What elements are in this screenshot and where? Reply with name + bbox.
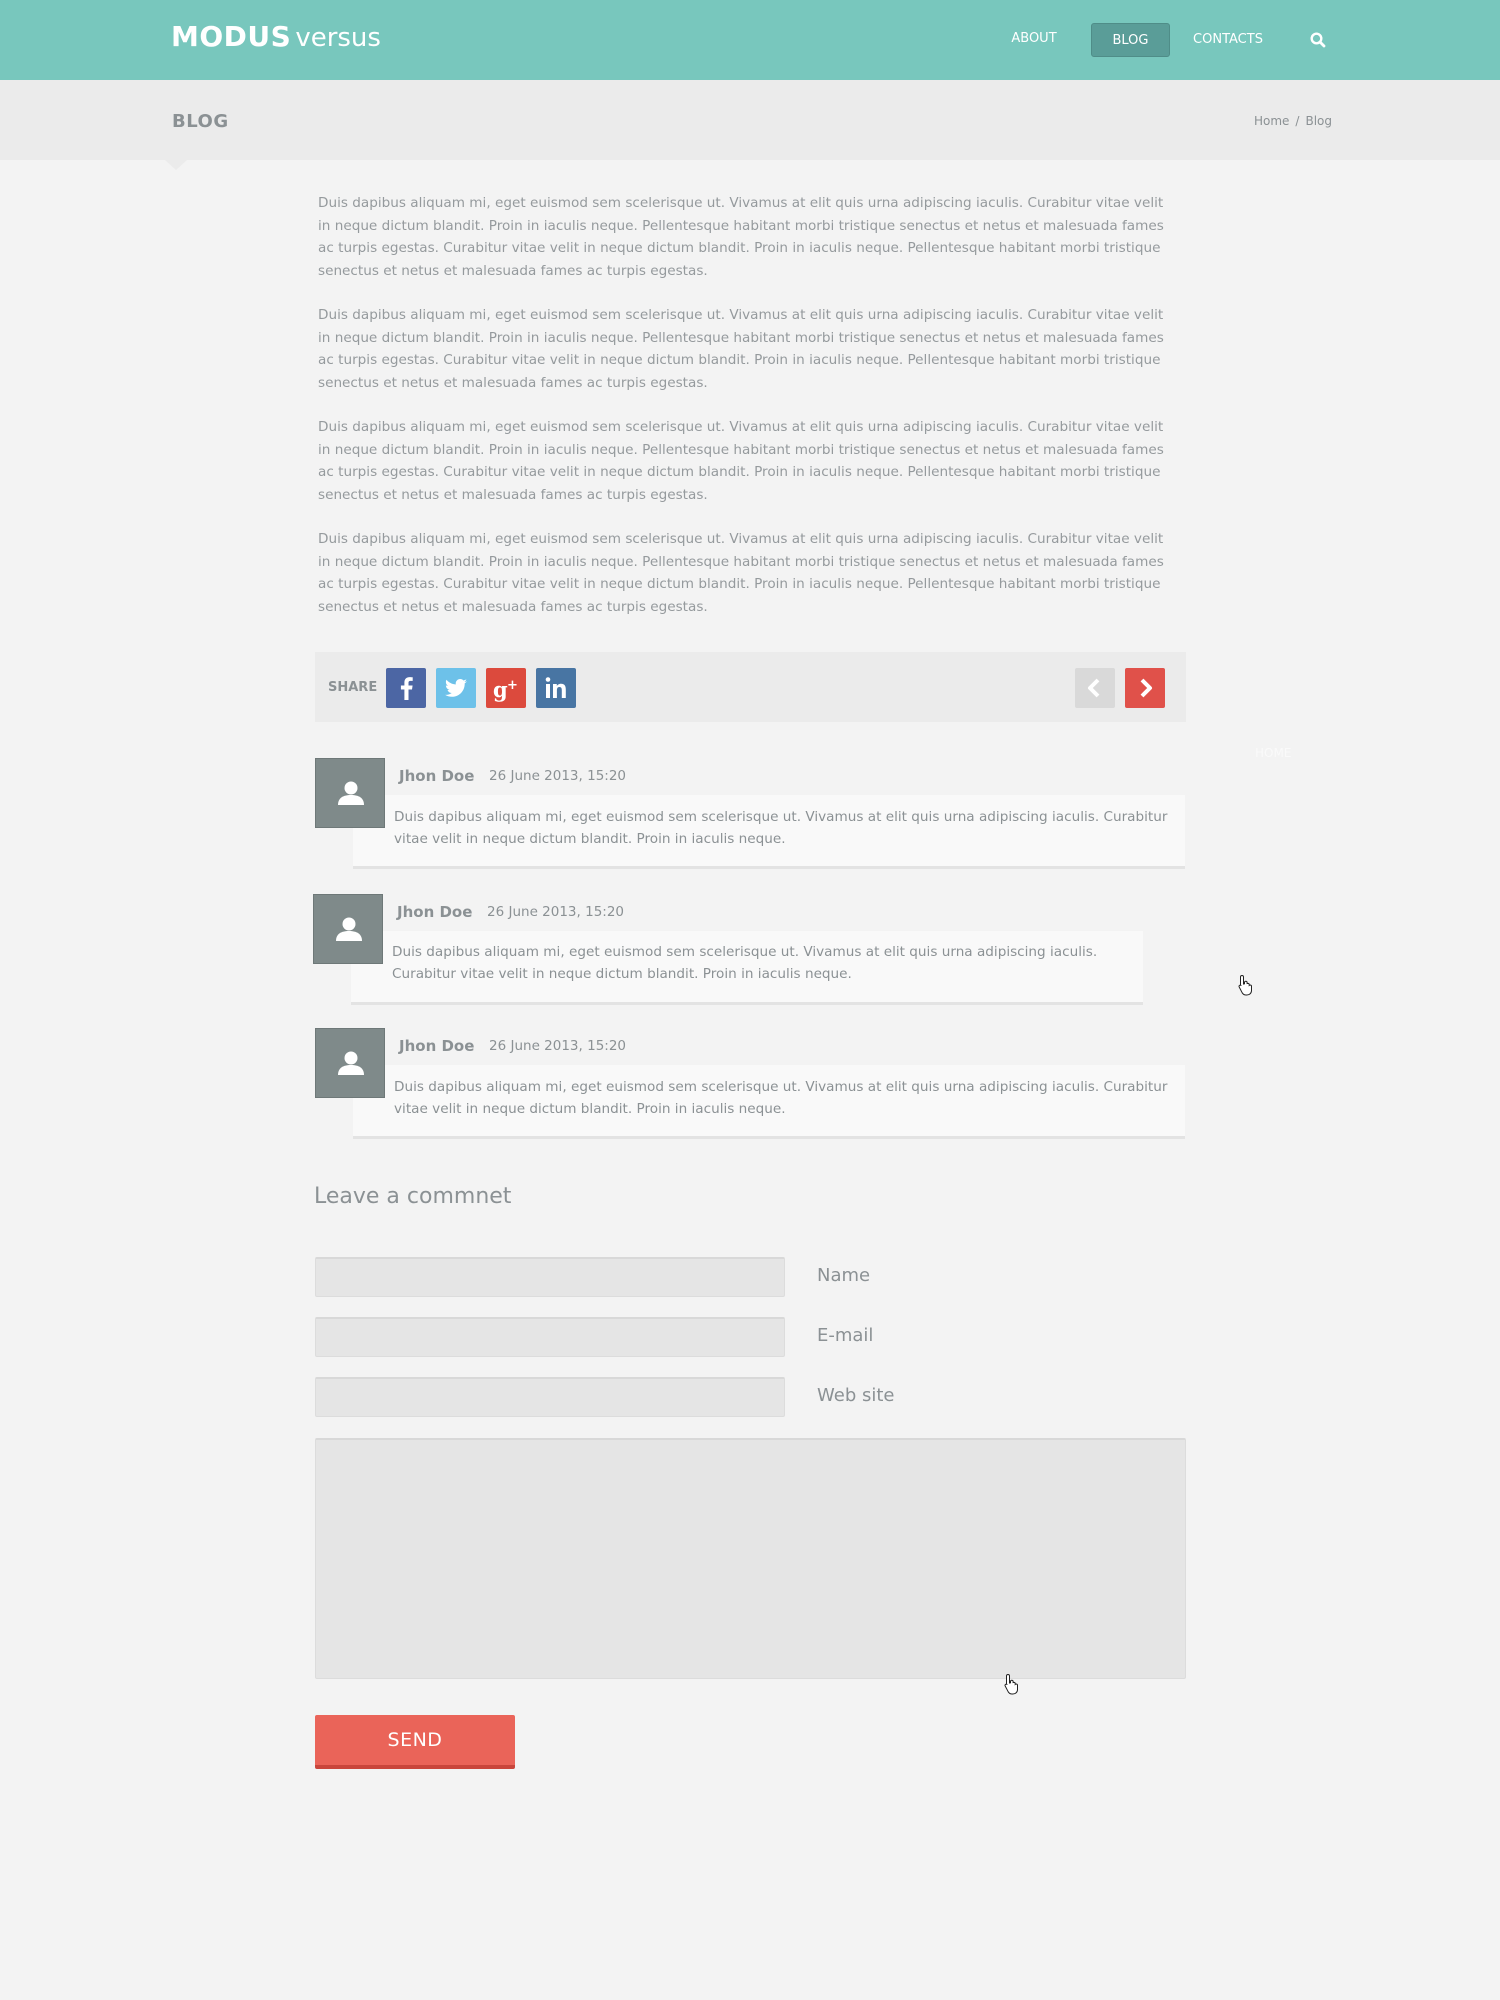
breadcrumb-current: Blog <box>1305 114 1332 128</box>
breadcrumb: Home / Blog <box>1254 114 1332 128</box>
search-icon[interactable] <box>1308 30 1328 50</box>
comment-form-title: Leave a commnet <box>314 1184 512 1209</box>
hand-cursor-icon <box>1004 1673 1018 1695</box>
name-field[interactable] <box>315 1257 785 1297</box>
user-icon <box>338 1051 364 1075</box>
comment-date: 26 June 2013, 15:20 <box>487 904 625 920</box>
comment-author[interactable]: Jhon Doe <box>399 767 474 785</box>
ghost-home-text: HOME <box>1255 746 1292 760</box>
article-paragraph: Duis dapibus aliquam mi, eget euismod se… <box>318 307 1164 391</box>
site-logo[interactable]: MODUS versus <box>171 20 381 53</box>
name-label: Name <box>817 1265 871 1286</box>
titlebar-notch <box>165 160 187 170</box>
website-label: Web site <box>817 1385 895 1406</box>
avatar <box>315 1028 385 1098</box>
facebook-icon[interactable] <box>386 668 426 708</box>
send-button[interactable]: SEND <box>315 1715 515 1769</box>
article-paragraph: Duis dapibus aliquam mi, eget euismod se… <box>318 419 1164 503</box>
breadcrumb-home[interactable]: Home <box>1254 114 1289 128</box>
email-field[interactable] <box>315 1317 785 1357</box>
nav-about[interactable]: ABOUT <box>1003 22 1065 56</box>
comment-text: Duis dapibus aliquam mi, eget euismod se… <box>392 944 1098 982</box>
share-label: SHARE <box>328 680 378 695</box>
chevron-right-icon[interactable] <box>1125 668 1165 708</box>
nav-contacts[interactable]: CONTACTS <box>1189 23 1267 57</box>
google-plus-icon[interactable]: g + <box>486 668 526 708</box>
website-field[interactable] <box>315 1377 785 1417</box>
hand-cursor-icon <box>1238 974 1252 996</box>
message-textarea[interactable] <box>315 1438 1186 1679</box>
user-icon <box>338 781 364 805</box>
comment-text: Duis dapibus aliquam mi, eget euismod se… <box>394 1079 1168 1117</box>
comment-author[interactable]: Jhon Doe <box>399 1037 474 1055</box>
article-paragraph: Duis dapibus aliquam mi, eget euismod se… <box>318 531 1164 615</box>
comment-author[interactable]: Jhon Doe <box>397 903 472 921</box>
site-header: MODUS versus ABOUT BLOG CONTACTS <box>0 0 1500 80</box>
user-icon <box>336 917 362 941</box>
share-bar: SHARE g + <box>315 652 1186 722</box>
avatar <box>315 758 385 828</box>
email-label: E-mail <box>817 1325 874 1346</box>
breadcrumb-separator: / <box>1295 114 1300 128</box>
logo-strong-text: MODUS <box>171 20 292 53</box>
comment-date: 26 June 2013, 15:20 <box>489 768 627 784</box>
svg-text:g: g <box>493 677 508 702</box>
chevron-left-icon[interactable] <box>1075 668 1115 708</box>
comment-date: 26 June 2013, 15:20 <box>489 1038 627 1054</box>
nav-blog[interactable]: BLOG <box>1091 23 1170 57</box>
twitter-icon[interactable] <box>436 668 476 708</box>
linkedin-icon[interactable] <box>536 668 576 708</box>
article-paragraph: Duis dapibus aliquam mi, eget euismod se… <box>318 195 1164 279</box>
page-title: BLOG <box>172 111 229 132</box>
comment-text: Duis dapibus aliquam mi, eget euismod se… <box>394 809 1168 847</box>
avatar <box>313 894 383 964</box>
svg-text:+: + <box>507 678 518 693</box>
logo-light-text: versus <box>295 23 381 53</box>
